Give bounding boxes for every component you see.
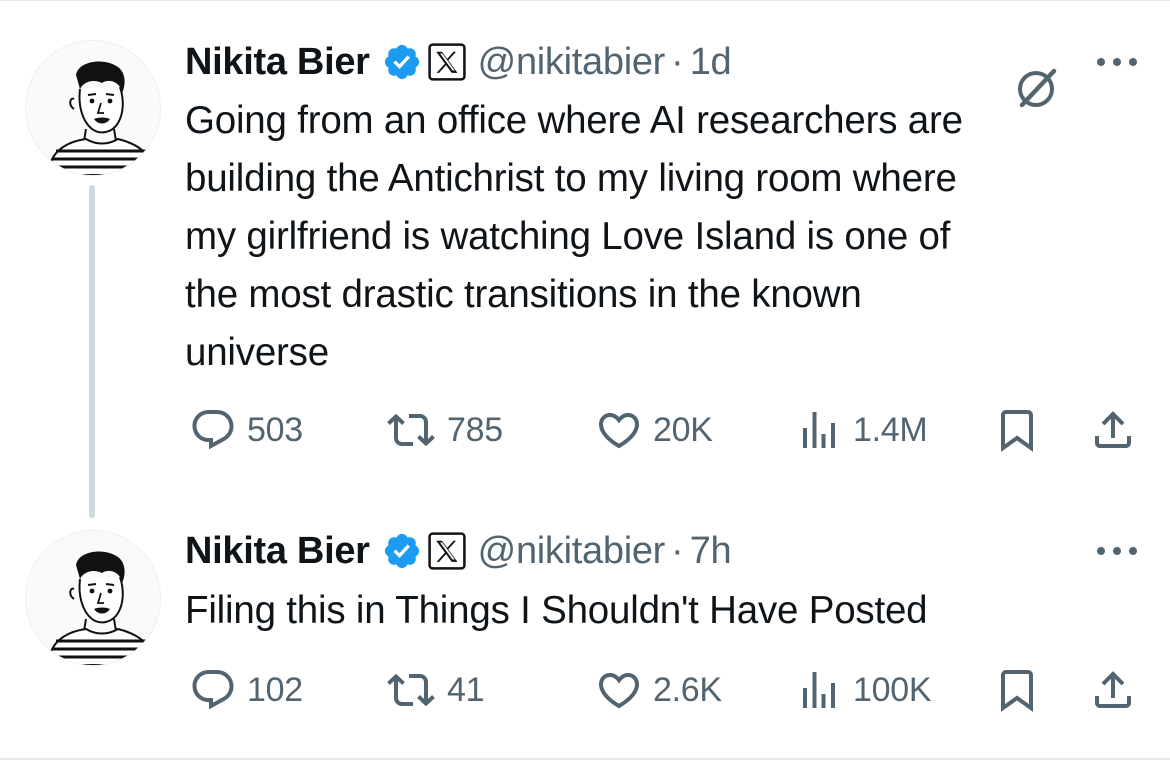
tweet-actions: 503 785 20K 1.4M — [185, 405, 1145, 455]
reply-icon — [192, 410, 234, 450]
avatar[interactable] — [25, 530, 161, 666]
repost-icon — [387, 413, 435, 447]
avatar-illustration-icon — [26, 531, 160, 665]
avatar[interactable] — [25, 40, 161, 176]
more-dots-icon[interactable] — [1094, 541, 1140, 561]
separator-dot: · — [671, 529, 684, 572]
like-button[interactable]: 20K — [595, 405, 713, 455]
bookmark-button[interactable] — [993, 405, 1041, 455]
separator-dot: · — [671, 40, 684, 83]
repost-icon — [387, 673, 435, 707]
like-button[interactable]: 2.6K — [595, 665, 722, 715]
share-icon — [1095, 671, 1131, 708]
repost-count: 41 — [447, 670, 485, 709]
reply-count: 503 — [247, 410, 303, 449]
reply-button[interactable]: 503 — [189, 405, 303, 455]
views-button[interactable]: 100K — [795, 665, 932, 715]
views-icon — [803, 672, 835, 708]
thread-connector-line — [89, 185, 95, 518]
tweet-text-line: universe — [185, 331, 329, 374]
top-divider — [0, 0, 1170, 1]
heart-icon — [598, 413, 640, 449]
like-count: 20K — [653, 410, 713, 449]
x-logo-icon[interactable] — [427, 43, 466, 81]
like-count: 2.6K — [653, 670, 722, 709]
views-button[interactable]: 1.4M — [795, 405, 928, 455]
repost-button[interactable]: 41 — [385, 665, 485, 715]
tweet-actions: 102 41 2.6K 100K — [185, 665, 1145, 715]
bookmark-button[interactable] — [993, 665, 1041, 715]
verified-badge-icon — [384, 533, 419, 569]
more-dots-icon[interactable] — [1094, 52, 1140, 72]
avatar-illustration-icon — [26, 41, 160, 175]
bookmark-icon — [1001, 410, 1033, 452]
tweet-text: Filing this in Things I Shouldn't Have P… — [185, 582, 1135, 640]
author-handle[interactable]: @nikitabier — [478, 41, 666, 84]
tweet-text-line: the most drastic transitions in the know… — [185, 273, 862, 316]
tweet-text: Going from an office where AI researcher… — [185, 92, 1135, 382]
tweet-header: Nikita Bier @nikitabier · 1d — [185, 37, 732, 87]
views-count: 100K — [853, 670, 932, 709]
timestamp[interactable]: 7h — [690, 530, 732, 573]
tweet-text-line: Going from an office where AI researcher… — [185, 99, 963, 142]
share-button[interactable] — [1089, 405, 1137, 455]
tweet-text-line: Filing this in Things I Shouldn't Have P… — [185, 589, 928, 632]
tweet-text-line: building the Antichrist to my living roo… — [185, 157, 957, 200]
reply-icon — [192, 670, 234, 710]
tweet-text-line: my girlfriend is watching Love Island is… — [185, 215, 951, 258]
bookmark-icon — [1001, 670, 1033, 712]
author-name[interactable]: Nikita Bier — [185, 41, 370, 84]
timestamp[interactable]: 1d — [690, 41, 732, 84]
views-icon — [803, 412, 835, 448]
author-name[interactable]: Nikita Bier — [185, 530, 370, 573]
verified-badge-icon — [384, 44, 419, 80]
x-logo-icon[interactable] — [427, 532, 466, 570]
reply-count: 102 — [247, 670, 303, 709]
author-handle[interactable]: @nikitabier — [478, 530, 666, 573]
share-button[interactable] — [1089, 665, 1137, 715]
bottom-divider — [0, 758, 1170, 760]
views-count: 1.4M — [853, 410, 928, 449]
repost-button[interactable]: 785 — [385, 405, 503, 455]
heart-icon — [598, 673, 640, 709]
reply-button[interactable]: 102 — [189, 665, 303, 715]
share-icon — [1095, 411, 1131, 448]
repost-count: 785 — [447, 410, 503, 449]
tweet-header: Nikita Bier @nikitabier · 7h — [185, 526, 732, 576]
